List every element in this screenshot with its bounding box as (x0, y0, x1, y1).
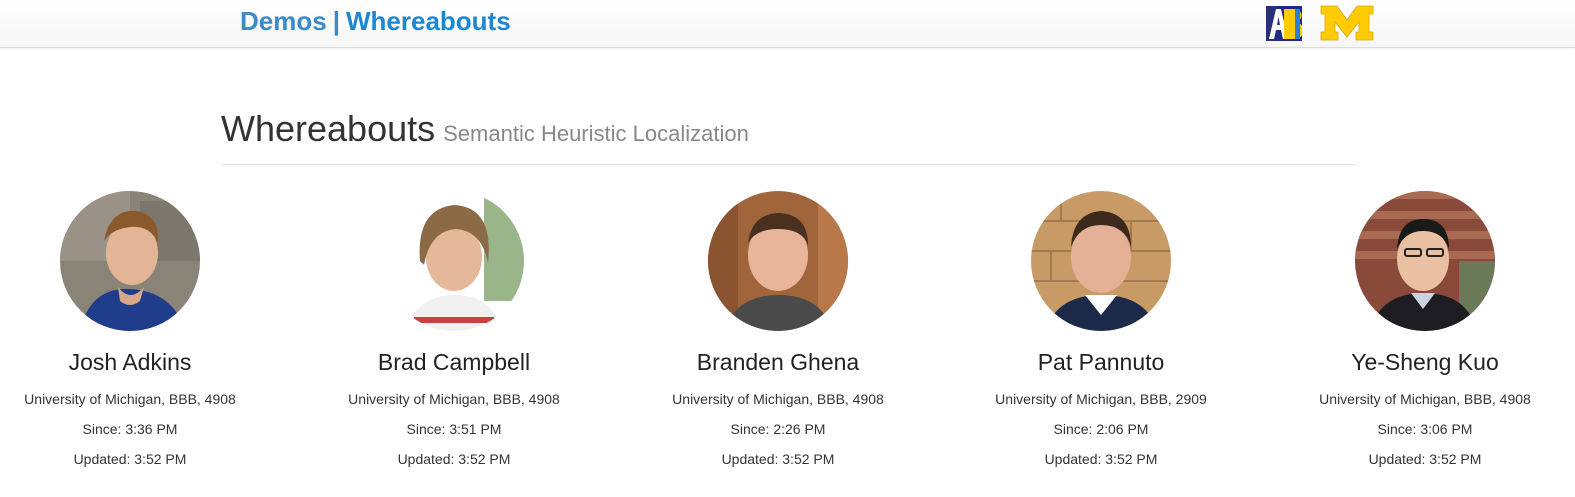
person-card: Josh Adkins University of Michigan, BBB,… (0, 191, 260, 468)
page-header: Whereabouts Semantic Heuristic Localizati… (221, 104, 1356, 165)
person-location: University of Michigan, BBB, 4908 (672, 391, 884, 407)
page-title: Whereabouts Semantic Heuristic Localizati… (221, 107, 749, 156)
top-navbar: Demos | Whereabouts (0, 0, 1575, 48)
block-m-logo[interactable] (1320, 5, 1374, 41)
person-card: Brad Campbell University of Michigan, BB… (324, 191, 584, 468)
person-name: Branden Ghena (696, 349, 860, 375)
person-location: University of Michigan, BBB, 2909 (995, 391, 1207, 407)
person-since: Since: 3:51 PM (406, 421, 502, 437)
person-name: Brad Campbell (377, 349, 531, 375)
avatar (1355, 191, 1495, 331)
abi-logo[interactable] (1266, 6, 1302, 41)
person-location: University of Michigan, BBB, 4908 (24, 391, 236, 407)
person-since: Since: 3:36 PM (82, 421, 178, 437)
person-updated: Updated: 3:52 PM (73, 451, 187, 467)
person-updated: Updated: 3:52 PM (721, 451, 835, 467)
whereabouts-link[interactable]: Whereabouts (346, 6, 511, 36)
person-updated: Updated: 3:52 PM (1044, 451, 1158, 467)
person-location: University of Michigan, BBB, 4908 (348, 391, 560, 407)
brand: Demos | Whereabouts (240, 5, 511, 37)
avatar (1031, 191, 1171, 331)
page-title-text: Whereabouts (221, 108, 436, 149)
avatar (60, 191, 200, 331)
person-updated: Updated: 3:52 PM (1368, 451, 1482, 467)
person-name: Josh Adkins (68, 349, 192, 375)
person-since: Since: 2:06 PM (1053, 421, 1149, 437)
person-name: Pat Pannuto (1037, 349, 1165, 375)
demos-link[interactable]: Demos (240, 6, 327, 36)
page-subtitle: Semantic Heuristic Localization (443, 121, 749, 146)
person-since: Since: 3:06 PM (1377, 421, 1473, 437)
avatar (708, 191, 848, 331)
avatar (384, 191, 524, 331)
person-card: Branden Ghena University of Michigan, BB… (648, 191, 908, 468)
person-updated: Updated: 3:52 PM (397, 451, 511, 467)
person-card: Ye-Sheng Kuo University of Michigan, BBB… (1295, 191, 1555, 468)
person-location: University of Michigan, BBB, 4908 (1319, 391, 1531, 407)
brand-separator: | (332, 6, 340, 36)
person-name: Ye-Sheng Kuo (1351, 349, 1499, 375)
person-card: Pat Pannuto University of Michigan, BBB,… (971, 191, 1231, 468)
person-since: Since: 2:26 PM (730, 421, 826, 437)
